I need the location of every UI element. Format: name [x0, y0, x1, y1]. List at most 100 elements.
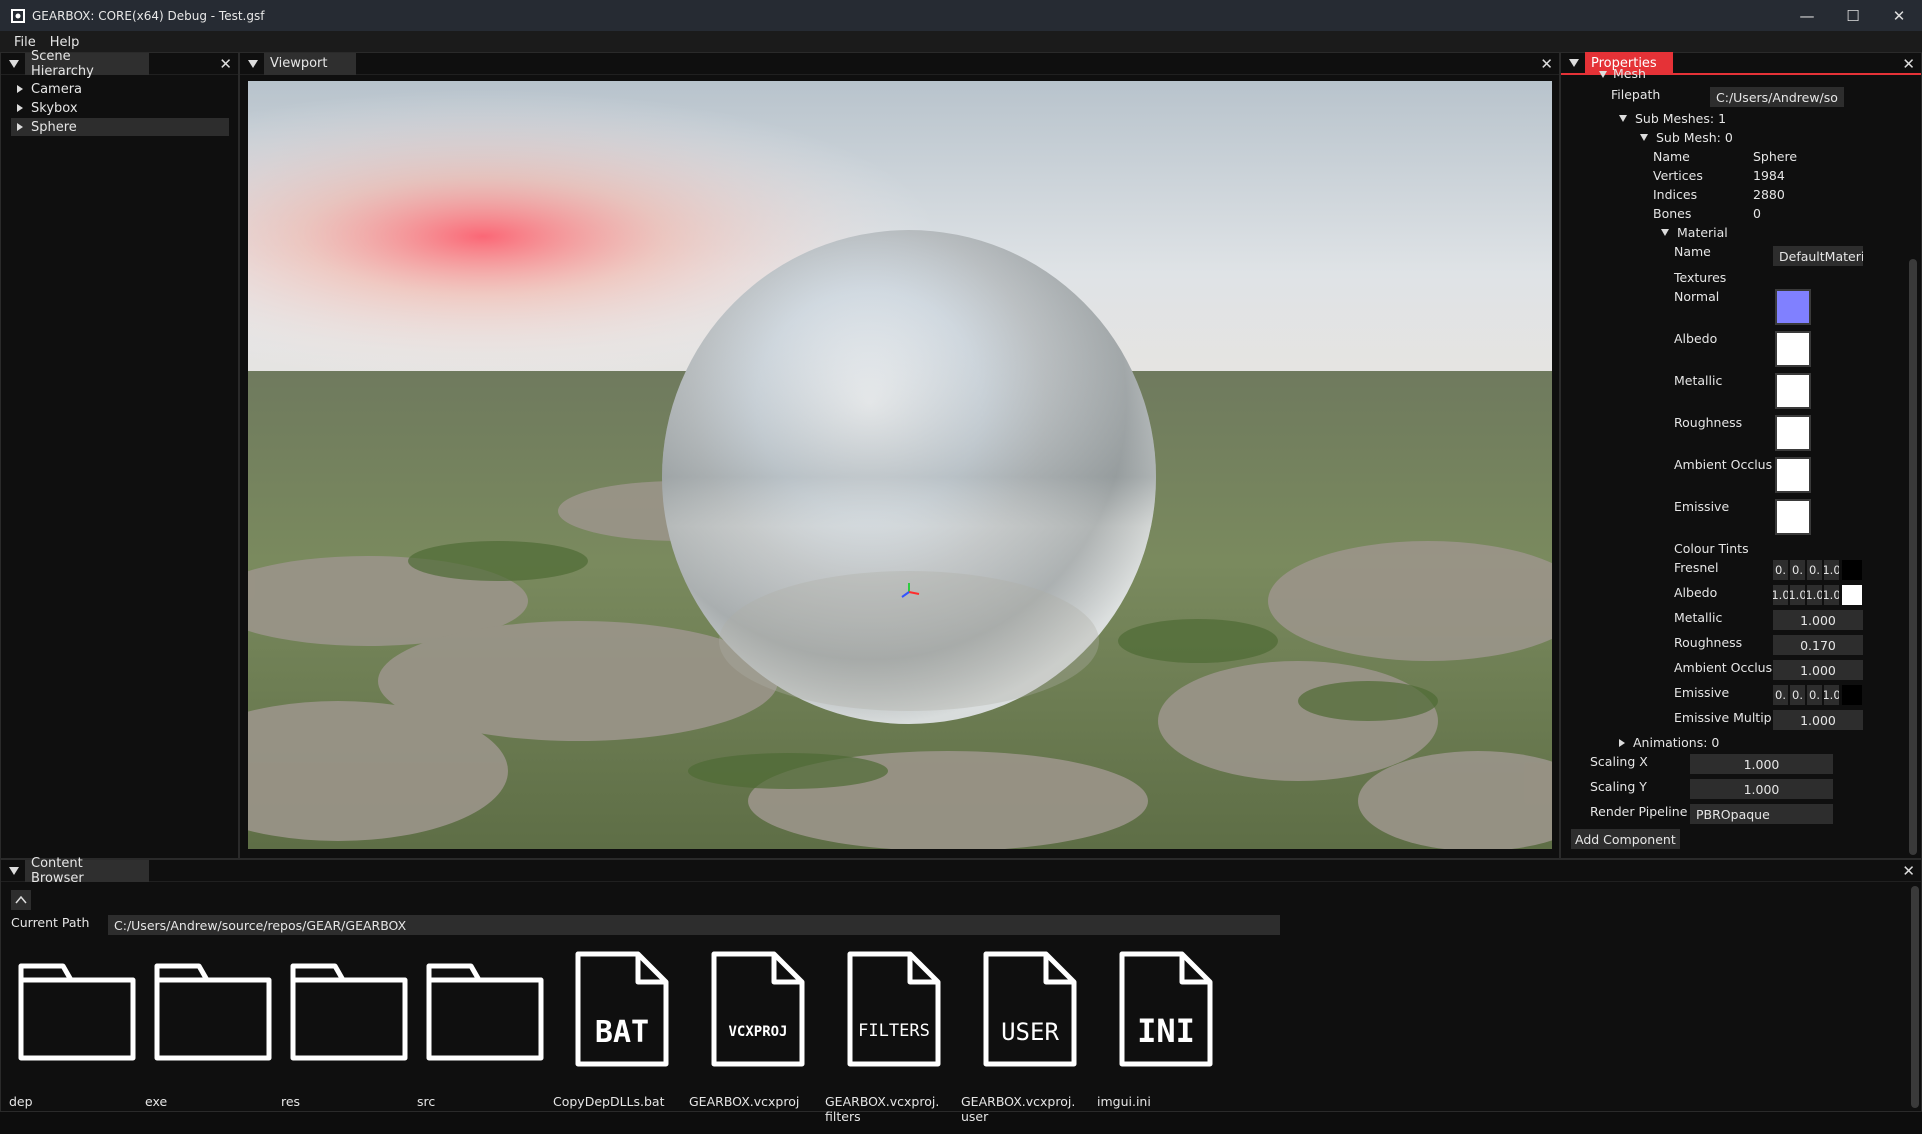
scaling-y-field[interactable]: 1.000 [1690, 779, 1833, 799]
texture-metallic-swatch[interactable] [1775, 373, 1811, 409]
folder-item-src[interactable]: src [417, 954, 551, 1134]
tab-viewport[interactable]: Viewport [264, 52, 356, 75]
texture-ao-swatch[interactable] [1775, 457, 1811, 493]
fresnel-g[interactable]: 0. [1790, 560, 1805, 580]
indices-value: 2880 [1753, 187, 1785, 202]
tree-item-skybox[interactable]: Skybox [11, 99, 78, 117]
current-path-field[interactable]: C:/Users/Andrew/source/repos/GEAR/GEARBO… [108, 915, 1280, 935]
file-item-user[interactable]: USER GEARBOX.vcxproj. user [961, 951, 1107, 1134]
vertices-label: Vertices [1653, 168, 1703, 183]
content-browser-panel: Content Browser ✕ Current Path C:/Users/… [0, 856, 1922, 1124]
albedo-color-swatch[interactable] [1842, 585, 1862, 605]
close-panel-icon[interactable]: ✕ [219, 55, 232, 73]
texture-normal-swatch[interactable] [1775, 289, 1811, 325]
scaling-x-field[interactable]: 1.000 [1690, 754, 1833, 774]
sub-meshes-header[interactable]: Sub Meshes: 1 [1619, 111, 1726, 126]
fresnel-color-swatch[interactable] [1842, 560, 1862, 580]
tab-scene-hierarchy[interactable]: Scene Hierarchy [25, 49, 149, 79]
file-item-ini[interactable]: INI imgui.ini [1097, 951, 1243, 1134]
folder-item-exe[interactable]: exe [145, 954, 279, 1134]
emissive-b[interactable]: 0. [1807, 685, 1822, 705]
fresnel-a[interactable]: 1.0 [1824, 560, 1839, 580]
ao-field[interactable]: 1.000 [1773, 660, 1863, 680]
fresnel-label: Fresnel [1674, 560, 1719, 575]
texture-ao-label: Ambient Occlus [1674, 457, 1773, 472]
collapse-icon[interactable] [1569, 59, 1579, 67]
material-header[interactable]: Material [1661, 225, 1728, 240]
close-panel-icon[interactable]: ✕ [1540, 55, 1553, 73]
window-title: GEARBOX: CORE(x64) Debug - Test.gsf [32, 8, 265, 23]
viewport-render[interactable] [248, 81, 1552, 849]
tree-item-sphere[interactable]: Sphere [11, 118, 229, 136]
tab-content-browser[interactable]: Content Browser [25, 856, 149, 886]
render-pipeline-field[interactable]: PBROpaque [1690, 804, 1833, 824]
emissive-mult-field[interactable]: 1.000 [1773, 710, 1863, 730]
emissive-color-swatch[interactable] [1842, 685, 1862, 705]
albedo-b[interactable]: 1.0 [1807, 585, 1822, 605]
texture-roughness-swatch[interactable] [1775, 415, 1811, 451]
albedo-a[interactable]: 1.0 [1824, 585, 1839, 605]
sub-mesh-header[interactable]: Sub Mesh: 0 [1640, 130, 1733, 145]
add-component-button[interactable]: Add Component [1571, 829, 1680, 849]
menu-file[interactable]: File [0, 35, 44, 50]
emissive-tint-label: Emissive [1674, 685, 1730, 700]
fresnel-r[interactable]: 0. [1773, 560, 1788, 580]
emissive-g[interactable]: 0. [1790, 685, 1805, 705]
render-pipeline-label: Render Pipeline [1590, 804, 1688, 819]
expand-arrow-icon[interactable] [17, 85, 23, 93]
navigate-up-button[interactable] [11, 890, 31, 910]
file-name: CopyDepDLLs.bat [553, 1094, 665, 1109]
file-name: exe [145, 1094, 168, 1109]
content-browser-scrollbar[interactable] [1911, 886, 1919, 1108]
file-name: dep [9, 1094, 33, 1109]
name-label: Name [1653, 149, 1690, 164]
svg-text:USER: USER [1001, 1018, 1059, 1046]
emissive-a[interactable]: 1.0 [1824, 685, 1839, 705]
albedo-g[interactable]: 1.0 [1790, 585, 1805, 605]
emissive-r[interactable]: 0. [1773, 685, 1788, 705]
scene-hierarchy-header: Scene Hierarchy ✕ [1, 49, 238, 79]
texture-emissive-swatch[interactable] [1775, 499, 1811, 535]
minimize-button[interactable]: — [1784, 0, 1830, 31]
texture-albedo-swatch[interactable] [1775, 331, 1811, 367]
svg-text:VCXPROJ: VCXPROJ [728, 1024, 787, 1040]
albedo-r[interactable]: 1.0 [1773, 585, 1788, 605]
file-item-vcxproj[interactable]: VCXPROJ GEARBOX.vcxproj [689, 951, 835, 1134]
maximize-button[interactable]: ☐ [1830, 0, 1876, 31]
mesh-header[interactable]: Mesh [1599, 69, 1646, 81]
file-item-filters[interactable]: FILTERS GEARBOX.vcxproj. filters [825, 951, 971, 1134]
folder-icon [426, 963, 544, 1061]
metallic-field[interactable]: 1.000 [1773, 610, 1863, 630]
close-window-button[interactable]: ✕ [1876, 0, 1922, 31]
expand-arrow-icon[interactable] [17, 104, 23, 112]
gear-app-icon [11, 8, 25, 23]
scaling-x-label: Scaling X [1590, 754, 1648, 769]
scene-hierarchy-panel: Scene Hierarchy ✕ Camera Skybox Sphere [0, 49, 239, 859]
collapse-icon[interactable] [9, 59, 19, 68]
animations-header[interactable]: Animations: 0 [1619, 735, 1719, 750]
filepath-field[interactable]: C:/Users/Andrew/so [1710, 87, 1844, 107]
file-item-bat[interactable]: BAT CopyDepDLLs.bat [553, 951, 699, 1134]
properties-scrollbar[interactable] [1909, 259, 1917, 855]
fresnel-b[interactable]: 0. [1807, 560, 1822, 580]
roughness-tint-label: Roughness [1674, 635, 1743, 650]
close-panel-icon[interactable]: ✕ [1902, 55, 1915, 73]
folder-item-res[interactable]: res [281, 954, 415, 1134]
tree-item-camera[interactable]: Camera [11, 80, 82, 98]
roughness-field[interactable]: 0.170 [1773, 635, 1863, 655]
bones-label: Bones [1653, 206, 1692, 221]
filepath-label: Filepath [1611, 87, 1661, 102]
collapse-icon[interactable] [248, 59, 258, 68]
scene-render-image [248, 81, 1552, 849]
expand-arrow-icon[interactable] [17, 123, 23, 131]
collapse-icon[interactable] [9, 866, 19, 875]
file-name: GEARBOX.vcxproj. user [961, 1094, 1076, 1124]
material-name-field[interactable]: DefaultMateria [1773, 246, 1863, 266]
folder-item-dep[interactable]: dep [9, 954, 143, 1134]
emissive-mult-label: Emissive Multip [1674, 710, 1772, 725]
folder-icon [154, 963, 272, 1061]
folder-icon [290, 963, 408, 1061]
close-panel-icon[interactable]: ✕ [1902, 862, 1915, 880]
user-file-icon: USER [983, 951, 1077, 1067]
menu-help[interactable]: Help [44, 35, 88, 50]
